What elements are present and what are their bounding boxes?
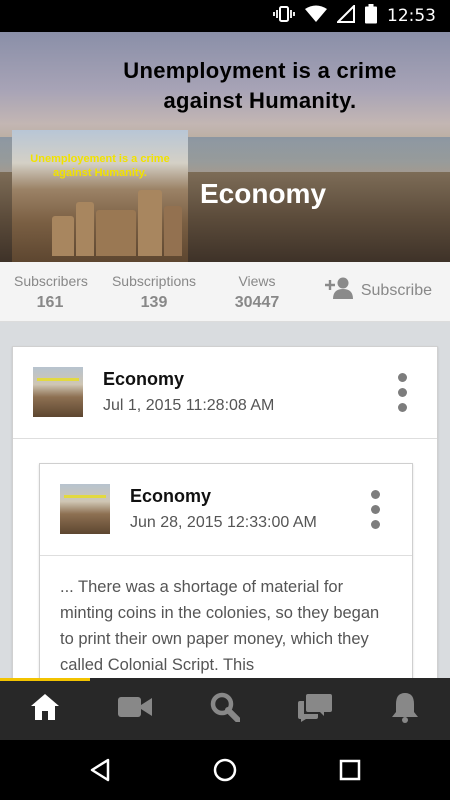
clock: 12:53 [387, 6, 436, 26]
subscribers-label: Subscribers [14, 273, 88, 289]
thumbnail-caption-line1: Unemployement is a crime [30, 153, 170, 165]
banner-headline-line2: against Humanity. [163, 88, 357, 113]
sandcastle-tower [96, 210, 136, 256]
avatar[interactable] [33, 367, 83, 417]
banner-headline-line1: Unemployment is a crime [123, 58, 397, 83]
shared-post-author[interactable]: Economy [130, 486, 211, 507]
back-button[interactable] [80, 754, 120, 786]
status-bar: 12:53 [0, 0, 450, 32]
bell-icon [390, 691, 420, 728]
post-card: Economy Jul 1, 2015 11:28:08 AM Economy … [12, 346, 438, 686]
bottom-tab-bar [0, 678, 450, 740]
video-camera-icon [118, 696, 152, 723]
home-circle-icon [213, 758, 237, 782]
home-nav-button[interactable] [205, 754, 245, 786]
channel-stats: Subscribers 161 Subscriptions 139 Views … [0, 262, 450, 322]
search-icon [210, 692, 241, 727]
shared-post-text: ... There was a shortage of material for… [60, 578, 380, 674]
vibrate-icon [273, 5, 295, 28]
views-stat: Views 30447 [222, 273, 292, 312]
channel-title: Economy [200, 178, 327, 209]
wifi-icon [305, 5, 327, 28]
sandcastle-tower [52, 216, 74, 256]
subscriptions-label: Subscriptions [111, 273, 197, 289]
system-nav-bar [0, 740, 450, 800]
subscriptions-stat[interactable]: Subscriptions 139 [110, 273, 198, 312]
post-header: Economy Jul 1, 2015 11:28:08 AM [13, 347, 437, 439]
tab-notifications[interactable] [360, 678, 450, 740]
home-icon [30, 693, 60, 726]
more-options-icon[interactable] [387, 371, 417, 415]
tab-home[interactable] [0, 678, 90, 740]
chat-bubbles-icon [298, 692, 332, 727]
battery-icon [365, 3, 377, 29]
add-person-icon [324, 276, 353, 305]
views-label: Views [238, 273, 276, 289]
back-triangle-icon [90, 758, 110, 782]
shared-post-date: Jun 28, 2015 12:33:00 AM [130, 514, 317, 531]
subscribe-button[interactable]: Subscribe [324, 276, 432, 305]
tab-messages[interactable] [270, 678, 360, 740]
subscribe-label: Subscribe [360, 281, 432, 299]
shared-post-header: Economy Jun 28, 2015 12:33:00 AM [40, 464, 412, 556]
banner-headline: Unemployment is a crime against Humanity… [60, 56, 450, 116]
channel-thumbnail[interactable]: Unemployement is a crime against Humanit… [12, 130, 188, 262]
avatar[interactable] [60, 484, 110, 534]
sandcastle-tower [76, 202, 94, 256]
sandcastle-tower [138, 190, 162, 256]
post-author[interactable]: Economy [103, 369, 184, 390]
post-date: Jul 1, 2015 11:28:08 AM [103, 397, 275, 414]
thumbnail-caption: Unemployement is a crime against Humanit… [12, 152, 188, 180]
views-count: 30447 [234, 294, 280, 311]
channel-banner: Unemployment is a crime against Humanity… [0, 32, 450, 262]
more-options-icon[interactable] [360, 488, 390, 532]
shared-post-card[interactable]: Economy Jun 28, 2015 12:33:00 AM ... The… [39, 463, 413, 685]
thumbnail-caption-line2: against Humanity. [53, 167, 147, 179]
sandcastle-tower [164, 206, 182, 256]
subscribers-count: 161 [36, 294, 64, 311]
cellular-signal-icon [335, 3, 355, 28]
recents-square-icon [339, 759, 361, 781]
recents-button[interactable] [330, 754, 370, 786]
tab-search[interactable] [180, 678, 270, 740]
subscribers-stat[interactable]: Subscribers 161 [14, 273, 88, 312]
subscriptions-count: 139 [140, 294, 168, 311]
tab-videos[interactable] [90, 678, 180, 740]
